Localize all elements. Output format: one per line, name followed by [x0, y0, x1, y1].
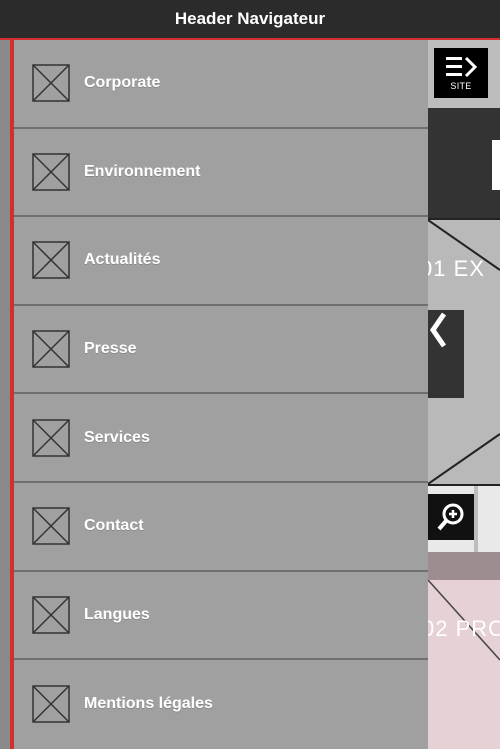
- banner-logo-fragment: [492, 140, 500, 190]
- image-placeholder-icon: [32, 153, 70, 191]
- site-label: SITE: [450, 81, 472, 91]
- menu-item-langues[interactable]: Langues: [14, 571, 428, 661]
- menu-item-mentions-legales[interactable]: Mentions légales: [14, 660, 428, 749]
- background-content: SITE 01 EX 02 PRO: [428, 40, 500, 749]
- slide-title: 01 EX: [428, 256, 485, 281]
- top-header: Header Navigateur: [0, 0, 500, 40]
- menu-item-presse[interactable]: Presse: [14, 305, 428, 395]
- panel-title: 02 PRO: [428, 616, 500, 641]
- dark-banner: [428, 108, 500, 218]
- navigation-drawer: Corporate Environnement Actualités Press…: [10, 40, 428, 749]
- image-placeholder-icon: [32, 507, 70, 546]
- menu-item-label: Actualités: [84, 251, 161, 269]
- slider-prev-button[interactable]: [428, 310, 464, 398]
- header-title: Header Navigateur: [174, 9, 326, 28]
- menu-item-label: Corporate: [84, 74, 161, 92]
- image-placeholder-icon: [32, 596, 70, 634]
- menu-arrow-icon: [446, 56, 478, 78]
- image-placeholder-icon: [32, 241, 70, 280]
- second-panel: 02 PRO: [428, 580, 500, 749]
- section-divider: [428, 552, 500, 580]
- divider: [474, 486, 478, 552]
- menu-item-label: Contact: [84, 517, 144, 535]
- menu-item-contact[interactable]: Contact: [14, 482, 428, 572]
- menu-item-actualites[interactable]: Actualités: [14, 217, 428, 306]
- menu-item-environnement[interactable]: Environnement: [14, 128, 428, 218]
- menu-item-label: Presse: [84, 340, 137, 358]
- menu-item-services[interactable]: Services: [14, 394, 428, 483]
- site-menu-button[interactable]: SITE: [434, 48, 488, 98]
- menu-item-label: Services: [84, 428, 150, 446]
- menu-item-corporate[interactable]: Corporate: [14, 40, 428, 129]
- zoom-button[interactable]: [428, 494, 474, 540]
- image-placeholder-icon: [32, 418, 70, 457]
- menu-item-label: Environnement: [84, 162, 201, 180]
- image-placeholder-icon: [32, 685, 70, 724]
- image-placeholder-icon: [32, 330, 70, 368]
- menu-item-label: Langues: [84, 605, 150, 623]
- menu-item-label: Mentions légales: [84, 695, 213, 713]
- zoom-in-icon: [437, 503, 464, 531]
- slider-panel: 01 EX: [428, 218, 500, 486]
- image-placeholder-icon: [32, 64, 70, 103]
- zoom-bar: [428, 486, 500, 552]
- image-placeholder: [428, 580, 500, 661]
- chevron-left-icon: [429, 312, 447, 348]
